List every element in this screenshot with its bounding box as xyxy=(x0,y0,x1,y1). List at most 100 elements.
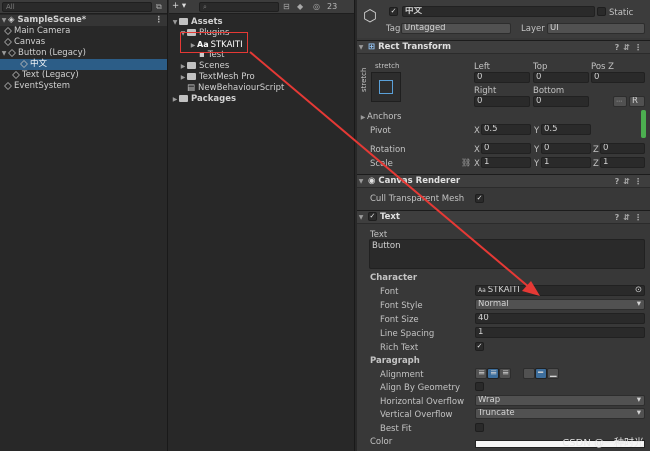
collapsed-arrow-icon[interactable]: ▶ xyxy=(359,114,367,121)
rotation-y-input[interactable]: 0 xyxy=(541,143,591,154)
rect-transform-header[interactable]: ▼ ⊞ Rect Transform ?⇵⋮ xyxy=(357,40,650,54)
component-menu-icons[interactable]: ?⇵⋮ xyxy=(615,211,646,224)
foldout-arrow-icon[interactable]: ▼ xyxy=(357,41,365,54)
folder-assets[interactable]: ▼ Assets xyxy=(169,17,354,28)
object-name-input[interactable]: 中文 xyxy=(402,6,595,17)
font-size-input[interactable]: 40 xyxy=(475,313,645,324)
pivot-x-input[interactable]: 0.5 xyxy=(481,124,531,135)
add-asset-button[interactable]: + ▾ xyxy=(172,1,186,11)
collapse-arrow-icon[interactable]: ▼ xyxy=(0,15,8,26)
folder-label: Assets xyxy=(191,17,223,27)
best-fit-label: Best Fit xyxy=(380,424,412,434)
folder-packages[interactable]: ▶ Packages xyxy=(169,94,354,105)
font-size-label: Font Size xyxy=(380,315,419,325)
font-style-dropdown[interactable]: Normal ▾ xyxy=(475,299,645,310)
align-bottom-icon[interactable]: ▁ xyxy=(547,368,559,379)
alignment-label: Alignment xyxy=(380,370,424,380)
align-by-geometry-label: Align By Geometry xyxy=(380,383,460,393)
best-fit-checkbox[interactable] xyxy=(475,423,484,432)
align-by-geometry-checkbox[interactable] xyxy=(475,382,484,391)
text-area[interactable]: Button xyxy=(369,239,645,269)
script-icon: ▤ xyxy=(187,83,196,93)
rotation-x-input[interactable]: 0 xyxy=(481,143,531,154)
hierarchy-panel: All ⧉ ▼ ◈ SampleScene* ⋮ Main Camera Canv… xyxy=(0,0,168,451)
rotation-z-input[interactable]: 0 xyxy=(600,143,645,154)
blueprint-mode-button[interactable]: ⋯ xyxy=(613,96,627,107)
align-center-icon[interactable]: ≡ xyxy=(487,368,499,379)
tag-dropdown[interactable]: Untagged xyxy=(401,23,511,34)
hierarchy-item-canvas[interactable]: Canvas xyxy=(0,37,167,48)
canvas-renderer-header[interactable]: ▼ ◉ Canvas Renderer ?⇵⋮ xyxy=(357,174,650,188)
layer-dropdown[interactable]: UI xyxy=(547,23,645,34)
posz-input[interactable]: 0 xyxy=(591,72,645,83)
hierarchy-search-input[interactable]: All xyxy=(2,2,152,12)
anchor-presets-button[interactable] xyxy=(371,72,401,102)
raw-edit-button[interactable]: R xyxy=(629,96,645,107)
rect-transform-icon: ⊞ xyxy=(367,42,376,52)
asset-new-behaviour-script[interactable]: ▤ NewBehaviourScript xyxy=(169,83,354,94)
constrain-proportions-icon[interactable]: ⛓ xyxy=(461,158,471,167)
filter-by-label-icon[interactable]: ◆ xyxy=(297,2,303,11)
collapsed-arrow-icon[interactable]: ▶ xyxy=(179,61,187,72)
hierarchy-item-eventsystem[interactable]: EventSystem xyxy=(0,81,167,92)
component-enabled-checkbox[interactable]: ✓ xyxy=(367,212,377,221)
search-options-icon[interactable]: ⧉ xyxy=(156,2,162,12)
scale-y-input[interactable]: 1 xyxy=(541,157,591,168)
hidden-packages-icon[interactable]: ◎ xyxy=(313,2,320,11)
object-picker-icon[interactable]: ⊙ xyxy=(635,286,642,295)
hierarchy-item-zhongwen[interactable]: 中文 xyxy=(0,59,167,70)
filter-by-type-icon[interactable]: ⊟ xyxy=(283,2,290,11)
item-label: Text (Legacy) xyxy=(22,70,79,80)
component-menu-icons[interactable]: ?⇵⋮ xyxy=(615,175,646,188)
align-left-icon[interactable]: ≡ xyxy=(475,368,487,379)
folder-scenes[interactable]: ▶ Scenes xyxy=(169,61,354,72)
active-checkbox[interactable]: ✓ xyxy=(389,7,398,16)
left-label: Left xyxy=(474,62,490,72)
scene-row[interactable]: ▼ ◈ SampleScene* ⋮ xyxy=(0,15,167,26)
line-spacing-input[interactable]: 1 xyxy=(475,327,645,338)
pivot-y-input[interactable]: 0.5 xyxy=(541,124,591,135)
gameobject-icon xyxy=(12,70,20,79)
left-input[interactable]: 0 xyxy=(474,72,530,83)
align-right-icon[interactable]: ≡ xyxy=(499,368,511,379)
scale-x-input[interactable]: 1 xyxy=(481,157,531,168)
search-icon: ⌕ xyxy=(203,3,207,11)
rotation-label: Rotation xyxy=(370,145,406,155)
anchors-foldout[interactable]: ▶ Anchors xyxy=(359,112,402,122)
hierarchy-item-main-camera[interactable]: Main Camera xyxy=(0,26,167,37)
folder-label: Scenes xyxy=(199,61,230,71)
align-middle-icon[interactable]: ━ xyxy=(535,368,547,379)
bottom-input[interactable]: 0 xyxy=(533,96,589,107)
rich-text-checkbox[interactable]: ✓ xyxy=(475,342,484,351)
top-input[interactable]: 0 xyxy=(533,72,589,83)
folder-textmesh-pro[interactable]: ▶ TextMesh Pro xyxy=(169,72,354,83)
character-section-label: Character xyxy=(370,273,418,283)
vertical-overflow-dropdown[interactable]: Truncate ▾ xyxy=(475,408,645,419)
horizontal-overflow-dropdown[interactable]: Wrap ▾ xyxy=(475,395,645,406)
align-top-icon[interactable]: ▔ xyxy=(523,368,535,379)
more-options-icon[interactable]: ⋮ xyxy=(155,15,164,26)
scale-z-input[interactable]: 1 xyxy=(600,157,645,168)
font-object-field[interactable]: Aa STKAITI ⊙ xyxy=(475,285,645,296)
collapsed-arrow-icon[interactable]: ▶ xyxy=(171,94,179,105)
foldout-arrow-icon[interactable]: ▼ xyxy=(357,211,365,224)
expand-arrow-icon[interactable]: ▼ xyxy=(171,17,179,28)
stretch-label-top: stretch xyxy=(375,62,400,70)
text-component-header[interactable]: ▼ ✓ Text ?⇵⋮ xyxy=(357,210,650,224)
right-input[interactable]: 0 xyxy=(474,96,530,107)
collapsed-arrow-icon[interactable]: ▶ xyxy=(179,72,187,83)
hierarchy-item-text-legacy[interactable]: Text (Legacy) xyxy=(0,70,167,81)
expand-arrow-icon[interactable]: ▼ xyxy=(0,48,8,59)
project-search-input[interactable]: ⌕ xyxy=(199,2,279,12)
hierarchy-item-button[interactable]: ▼ Button (Legacy) xyxy=(0,48,167,59)
inspector-panel: ⬡ ✓ 中文 Static Tag Untagged Layer UI ▼ ⊞ … xyxy=(357,0,650,451)
cull-transparent-mesh-checkbox[interactable]: ✓ xyxy=(475,194,484,203)
static-checkbox[interactable] xyxy=(597,7,606,16)
scroll-indicator[interactable] xyxy=(641,110,646,138)
color-label: Color xyxy=(370,437,393,447)
foldout-arrow-icon[interactable]: ▼ xyxy=(357,175,365,188)
package-count: 23 xyxy=(327,2,338,11)
watermark: CSDN @一种时光 xyxy=(562,438,644,449)
component-menu-icons[interactable]: ?⇵⋮ xyxy=(615,41,646,54)
font-style-label: Font Style xyxy=(380,301,423,311)
